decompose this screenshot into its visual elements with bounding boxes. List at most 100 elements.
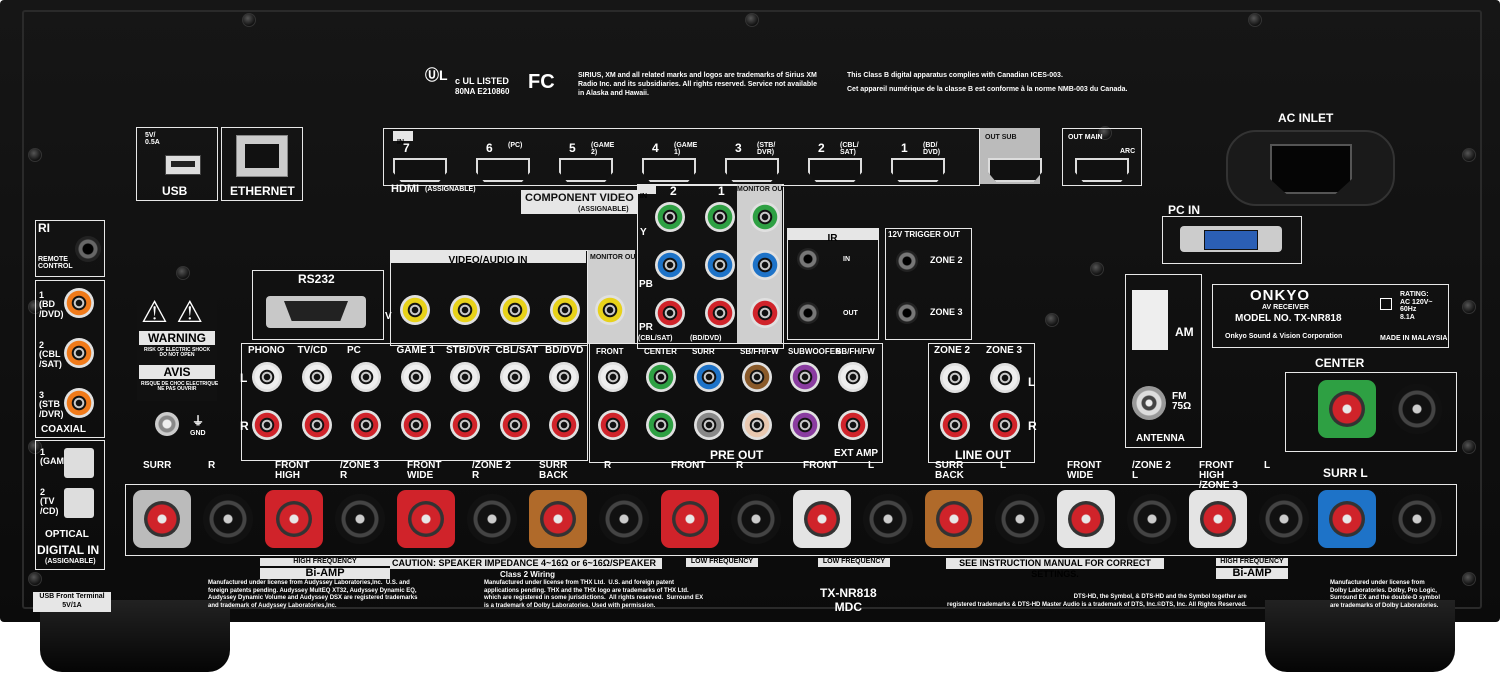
audio-l-jack[interactable]: [351, 362, 381, 392]
pre-out-bottom-jack[interactable]: [790, 410, 820, 440]
hdmi-in-port[interactable]: [393, 158, 447, 182]
pc-in-vga-port[interactable]: [1180, 226, 1282, 252]
component-jack[interactable]: [655, 202, 685, 232]
speaker-plus-terminal[interactable]: [793, 490, 851, 548]
pre-out-top-jack[interactable]: [742, 362, 772, 392]
am-terminal[interactable]: [1132, 290, 1168, 350]
audio-r-jack[interactable]: [252, 410, 282, 440]
pre-out-bottom-jack[interactable]: [598, 410, 628, 440]
line-out-z3-l-jack[interactable]: [990, 363, 1020, 393]
speaker-minus-terminal[interactable]: [1127, 494, 1177, 544]
composite-video-jack[interactable]: [550, 295, 580, 325]
speaker-plus-terminal[interactable]: [529, 490, 587, 548]
screw: [745, 13, 759, 27]
audio-r-jack[interactable]: [351, 410, 381, 440]
center-minus-terminal[interactable]: [1392, 384, 1442, 434]
hdmi-in-port[interactable]: [476, 158, 530, 182]
ir-in-jack[interactable]: [797, 248, 819, 270]
pre-out-bottom-jack[interactable]: [742, 410, 772, 440]
warning-sub: RISK OF ELECTRIC SHOCK DO NOT OPEN: [143, 347, 211, 358]
ir-out-jack[interactable]: [797, 302, 819, 324]
audio-r-jack[interactable]: [450, 410, 480, 440]
gnd-terminal[interactable]: [155, 412, 179, 436]
audio-l-jack[interactable]: [400, 362, 431, 392]
hdmi-in-port[interactable]: [725, 158, 779, 182]
optical-jack[interactable]: [64, 488, 94, 518]
coaxial-jack[interactable]: [64, 388, 94, 418]
rs232-port[interactable]: [266, 296, 366, 328]
composite-video-jack[interactable]: [500, 295, 530, 325]
hdmi-in-port[interactable]: [559, 158, 613, 182]
audio-l-jack[interactable]: [450, 362, 480, 392]
audio-l-jack[interactable]: [252, 362, 282, 392]
pre-out-bottom-jack[interactable]: [694, 410, 724, 440]
ethernet-port[interactable]: [236, 135, 288, 177]
line-out-z2-r-jack[interactable]: [940, 410, 970, 440]
remote-control-jack[interactable]: [75, 236, 101, 262]
pre-out-top-jack[interactable]: [646, 362, 676, 392]
component-jack[interactable]: [705, 298, 735, 328]
hdmi-in-port[interactable]: [642, 158, 696, 182]
pre-out-top-jack[interactable]: [838, 362, 868, 392]
speaker-minus-terminal[interactable]: [335, 494, 385, 544]
pre-out-top-jack[interactable]: [598, 362, 628, 392]
speaker-minus-terminal[interactable]: [1259, 494, 1309, 544]
hdmi-out-main-port[interactable]: [1075, 158, 1129, 182]
speaker-minus-terminal[interactable]: [731, 494, 781, 544]
component-jack[interactable]: [750, 298, 780, 328]
trigger-zone3-jack[interactable]: [896, 302, 918, 324]
audio-r-jack[interactable]: [400, 410, 431, 440]
usb-port[interactable]: [165, 155, 201, 175]
fm-terminal[interactable]: [1132, 386, 1166, 420]
surr-l-minus-terminal[interactable]: [1392, 494, 1442, 544]
line-out-z2-l-jack[interactable]: [940, 363, 970, 393]
pre-out-top-jack[interactable]: [790, 362, 820, 392]
speaker-minus-terminal[interactable]: [203, 494, 253, 544]
audio-l-jack[interactable]: [301, 362, 332, 392]
hdmi-in-port[interactable]: [891, 158, 945, 182]
audio-l-jack[interactable]: [499, 362, 530, 392]
component-jack[interactable]: [655, 298, 685, 328]
pre-out-top-jack[interactable]: [694, 362, 724, 392]
screw: [176, 266, 190, 280]
warning-label: ⚠ ⚠ WARNING RISK OF ELECTRIC SHOCK DO NO…: [137, 293, 218, 401]
composite-video-jack[interactable]: [450, 295, 480, 325]
screw: [1045, 313, 1059, 327]
coaxial-jack[interactable]: [64, 288, 94, 318]
center-plus-terminal[interactable]: [1318, 380, 1376, 438]
speaker-minus-terminal[interactable]: [467, 494, 517, 544]
component-jack[interactable]: [750, 250, 780, 280]
optical-jack[interactable]: [64, 448, 94, 478]
speaker-plus-terminal[interactable]: [397, 490, 455, 548]
speaker-plus-terminal[interactable]: [1057, 490, 1115, 548]
pre-out-bottom-jack[interactable]: [838, 410, 868, 440]
audio-r-jack[interactable]: [499, 410, 530, 440]
coaxial-jack[interactable]: [64, 338, 94, 368]
component-jack[interactable]: [705, 202, 735, 232]
audio-r-jack[interactable]: [549, 410, 579, 440]
speaker-minus-terminal[interactable]: [599, 494, 649, 544]
biamp-label-2: Bi-AMP: [1216, 568, 1288, 579]
speaker-plus-terminal[interactable]: [661, 490, 719, 548]
ac-inlet-port[interactable]: [1226, 130, 1395, 206]
audio-r-jack[interactable]: [301, 410, 332, 440]
component-jack[interactable]: [705, 250, 735, 280]
audio-l-jack[interactable]: [549, 362, 579, 392]
hdmi-in-port[interactable]: [808, 158, 862, 182]
speaker-plus-terminal[interactable]: [925, 490, 983, 548]
pre-out-bottom-jack[interactable]: [646, 410, 676, 440]
speaker-minus-terminal[interactable]: [863, 494, 913, 544]
speaker-plus-terminal[interactable]: [265, 490, 323, 548]
surr-l-plus-terminal[interactable]: [1318, 490, 1376, 548]
speaker-minus-terminal[interactable]: [995, 494, 1045, 544]
hdmi-out-sub-port[interactable]: [988, 158, 1042, 182]
component-jack[interactable]: [655, 250, 685, 280]
line-out-z3-r-jack[interactable]: [990, 410, 1020, 440]
speaker-plus-terminal[interactable]: [133, 490, 191, 548]
trigger-zone2-jack[interactable]: [896, 250, 918, 272]
monitor-out-video-jack[interactable]: [595, 295, 625, 325]
composite-video-jack[interactable]: [400, 295, 430, 325]
speaker-plus-terminal[interactable]: [1189, 490, 1247, 548]
component-2-label: 2: [670, 184, 677, 198]
component-jack[interactable]: [750, 202, 780, 232]
